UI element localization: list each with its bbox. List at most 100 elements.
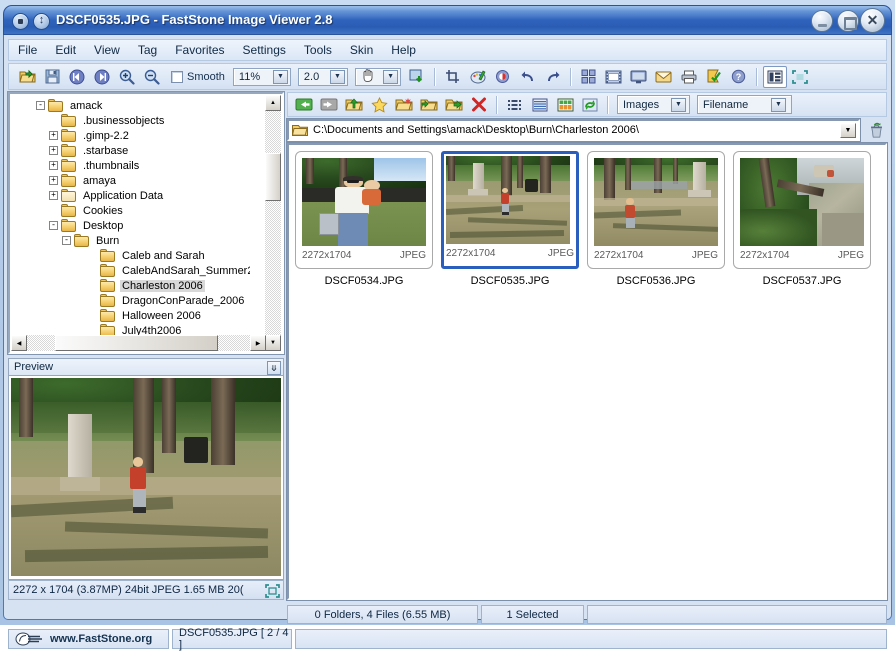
draw-board-icon[interactable]	[466, 66, 490, 88]
menu-settings[interactable]: Settings	[234, 41, 295, 59]
expand-node-icon[interactable]: +	[49, 161, 58, 170]
expand-node-icon[interactable]: +	[49, 176, 58, 185]
scroll-up-arrow-icon[interactable]: ▲	[265, 95, 281, 111]
zoom-level-combo[interactable]: 11% ▼	[232, 67, 291, 86]
system-menu-icon[interactable]	[12, 13, 29, 30]
thumbnail-view-icon[interactable]	[553, 94, 577, 116]
scroll-right-arrow-icon[interactable]: ▶	[250, 335, 266, 351]
fullscreen-monitor-icon[interactable]	[627, 66, 651, 88]
email-icon[interactable]	[652, 66, 676, 88]
tree-node[interactable]: + amaya	[10, 173, 250, 188]
chevron-down-icon[interactable]: ▼	[671, 97, 686, 112]
undo-icon[interactable]	[516, 66, 540, 88]
address-input[interactable]: C:\Documents and Settings\amack\Desktop\…	[286, 118, 861, 142]
favorites-star-icon[interactable]	[367, 94, 391, 116]
save-icon[interactable]	[40, 66, 64, 88]
scroll-left-arrow-icon[interactable]: ◀	[11, 335, 27, 351]
folder-tree[interactable]: - amack .businessobjects + .gimp-2.2 + .starba…	[7, 91, 285, 355]
file-filter-combo[interactable]: Images ▼	[617, 95, 690, 114]
tree-node[interactable]: - amack	[10, 98, 250, 113]
next-image-icon[interactable]	[90, 66, 114, 88]
expand-node-icon[interactable]: +	[49, 131, 58, 140]
menu-skin[interactable]: Skin	[341, 41, 382, 59]
tree-node[interactable]: + .gimp-2.2	[10, 128, 250, 143]
new-folder-icon[interactable]	[392, 94, 416, 116]
details-view-icon[interactable]	[528, 94, 552, 116]
menu-view[interactable]: View	[85, 41, 129, 59]
contact-sheet-icon[interactable]	[577, 66, 601, 88]
slideshow-film-icon[interactable]	[602, 66, 626, 88]
menu-help[interactable]: Help	[382, 41, 425, 59]
list-view-icon[interactable]	[503, 94, 527, 116]
pan-tool-combo[interactable]: ▼	[354, 67, 401, 86]
up-folder-icon[interactable]	[342, 94, 366, 116]
thumbnail-item[interactable]: 2272x1704 JPEG DSCF0536.JPG	[587, 151, 725, 303]
tag-icon[interactable]	[702, 66, 726, 88]
tree-node[interactable]: Caleb and Sarah	[10, 248, 250, 263]
refresh-icon[interactable]	[578, 94, 602, 116]
tree-node[interactable]: Halloween 2006	[10, 308, 250, 323]
chevron-down-icon[interactable]: ▼	[329, 69, 345, 84]
move-to-folder-icon[interactable]	[442, 94, 466, 116]
fit-window-icon[interactable]	[405, 66, 429, 88]
tree-node[interactable]: - Burn	[10, 233, 250, 248]
thumbnail-browser[interactable]: 2272x1704 JPEG DSCF0534.JPG 2272x1704 JPEG D…	[286, 142, 888, 601]
tree-node[interactable]: + .thumbnails	[10, 158, 250, 173]
crop-icon[interactable]	[441, 66, 465, 88]
open-folder-icon[interactable]	[15, 66, 39, 88]
tree-node[interactable]: Cookies	[10, 203, 250, 218]
delete-icon[interactable]	[467, 94, 491, 116]
expand-node-icon[interactable]: +	[49, 146, 58, 155]
menu-tools[interactable]: Tools	[295, 41, 341, 59]
tree-node[interactable]: Charleston 2006	[10, 278, 250, 293]
chevron-down-icon[interactable]: ▼	[383, 69, 398, 84]
back-icon[interactable]	[292, 94, 316, 116]
chevron-down-icon[interactable]: ▼	[272, 69, 288, 84]
thumbnail-item[interactable]: 2272x1704 JPEG DSCF0537.JPG	[733, 151, 871, 303]
thumbnail-item[interactable]: 2272x1704 JPEG DSCF0535.JPG	[441, 151, 579, 303]
print-icon[interactable]	[677, 66, 701, 88]
tree-horizontal-scrollbar[interactable]: ◀ ▶	[11, 335, 266, 351]
menu-edit[interactable]: Edit	[46, 41, 85, 59]
tree-node[interactable]: DragonConParade_2006	[10, 293, 250, 308]
fit-to-window-icon[interactable]	[264, 583, 280, 598]
smooth-checkbox-group[interactable]: Smooth	[171, 70, 225, 83]
help-icon[interactable]: ?	[727, 66, 751, 88]
tree-hscroll-thumb[interactable]	[55, 335, 218, 351]
tree-vertical-scrollbar[interactable]: ▲ ▼	[265, 95, 281, 351]
smooth-checkbox[interactable]	[171, 70, 183, 83]
close-button[interactable]	[860, 8, 885, 33]
expand-view-icon[interactable]	[788, 66, 812, 88]
tree-node[interactable]: + .starbase	[10, 143, 250, 158]
tree-vscroll-track[interactable]	[265, 111, 281, 335]
minimize-button[interactable]	[811, 10, 833, 32]
faststone-website-link[interactable]: www.FastStone.org	[8, 629, 169, 649]
zoom-in-icon[interactable]	[115, 66, 139, 88]
preview-image[interactable]	[8, 376, 284, 580]
chevron-down-icon[interactable]: ▼	[771, 97, 786, 112]
sort-order-combo[interactable]: Filename ▼	[697, 95, 792, 114]
updown-arrow-icon[interactable]	[33, 12, 50, 30]
recycle-bin-icon[interactable]	[865, 120, 887, 140]
menu-file[interactable]: File	[9, 41, 46, 59]
menu-favorites[interactable]: Favorites	[166, 41, 233, 59]
maximize-button[interactable]	[837, 10, 859, 32]
previous-image-icon[interactable]	[65, 66, 89, 88]
tree-node[interactable]: July4th2006	[10, 323, 250, 335]
red-eye-icon[interactable]	[491, 66, 515, 88]
scroll-down-arrow-icon[interactable]: ▼	[265, 335, 281, 351]
collapse-node-icon[interactable]: -	[36, 101, 45, 110]
expand-node-icon[interactable]: +	[49, 191, 58, 200]
layout-toggle-icon[interactable]	[762, 65, 787, 88]
forward-icon[interactable]	[317, 94, 341, 116]
menu-tag[interactable]: Tag	[129, 41, 166, 59]
copy-to-folder-icon[interactable]	[417, 94, 441, 116]
tree-node[interactable]: CalebAndSarah_Summer2	[10, 263, 250, 278]
zoom-out-icon[interactable]	[140, 66, 164, 88]
thumbnail-item[interactable]: 2272x1704 JPEG DSCF0534.JPG	[295, 151, 433, 303]
collapse-node-icon[interactable]: -	[62, 236, 71, 245]
tree-node[interactable]: + Application Data	[10, 188, 250, 203]
redo-icon[interactable]	[541, 66, 565, 88]
gamma-combo[interactable]: 2.0 ▼	[297, 67, 348, 86]
tree-vscroll-thumb[interactable]	[265, 153, 281, 201]
